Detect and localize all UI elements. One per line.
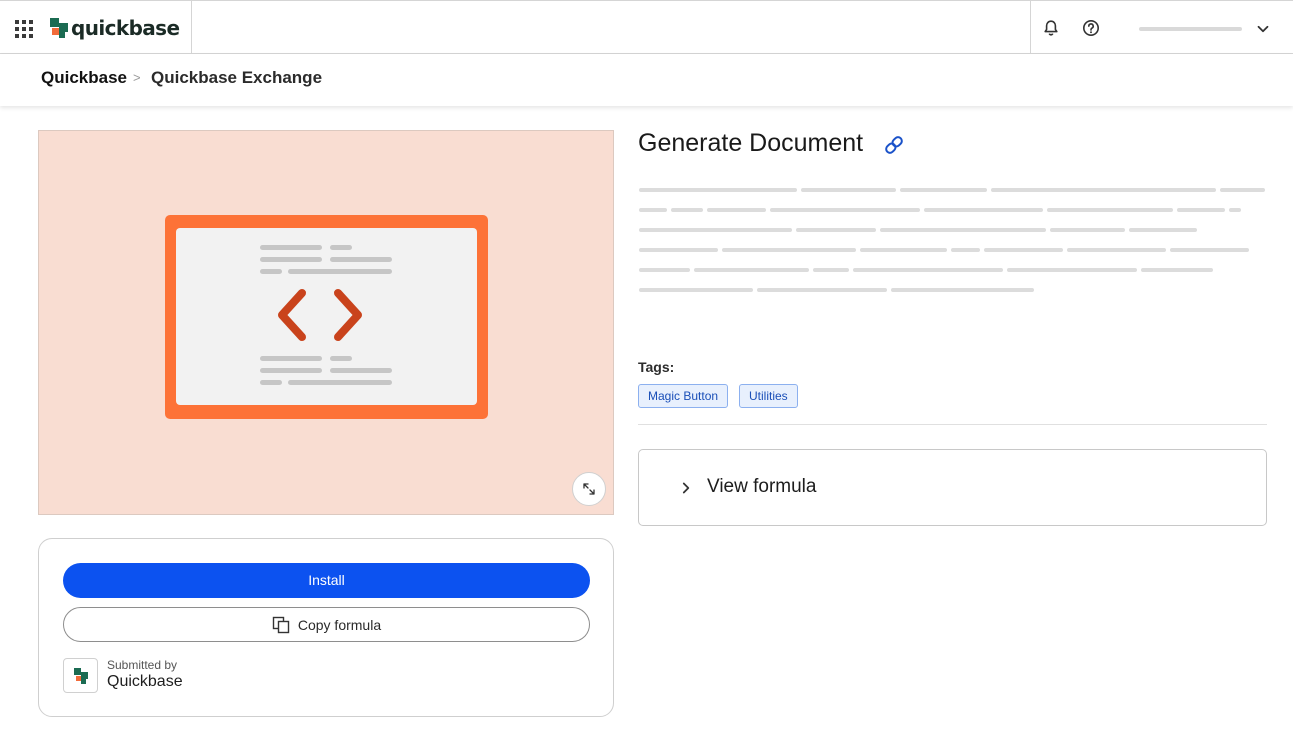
tags-label: Tags:	[638, 359, 675, 375]
breadcrumb-separator: >	[133, 70, 141, 85]
quickbase-logo-mark	[74, 668, 88, 684]
user-menu-name[interactable]	[1139, 27, 1242, 31]
view-formula-label: View formula	[707, 476, 817, 497]
submitter-avatar	[63, 658, 98, 693]
brand-name: quickbase	[71, 16, 180, 40]
section-divider	[638, 424, 1267, 425]
view-formula-accordion[interactable]: View formula	[638, 449, 1267, 526]
chevron-right-icon	[682, 482, 690, 494]
submitted-by-label: Submitted by	[107, 658, 178, 672]
quickbase-logo[interactable]: quickbase	[50, 15, 180, 41]
quickbase-logo-mark	[50, 18, 68, 38]
help-circle-icon[interactable]	[1082, 19, 1100, 37]
top-navigation-bar: quickbase	[0, 0, 1293, 54]
submitter-name[interactable]: Quickbase	[107, 673, 183, 691]
document-illustration-page	[176, 228, 477, 405]
copy-formula-button[interactable]: Copy formula	[63, 607, 590, 642]
code-brackets-icon	[278, 289, 362, 341]
breadcrumb-item-quickbase[interactable]: Quickbase	[41, 68, 127, 88]
copy-icon	[272, 616, 290, 633]
topbar-divider	[1030, 1, 1031, 54]
breadcrumb: Quickbase > Quickbase Exchange	[0, 54, 1293, 106]
copy-formula-label: Copy formula	[297, 616, 382, 633]
app-grid-icon[interactable]	[15, 20, 33, 38]
topbar-divider	[191, 1, 192, 54]
document-illustration	[165, 215, 488, 419]
expand-icon	[583, 483, 595, 495]
link-icon[interactable]	[883, 134, 905, 156]
tag-magic-button[interactable]: Magic Button	[638, 384, 729, 408]
tag-utilities[interactable]: Utilities	[739, 384, 798, 408]
page-title: Generate Document	[638, 129, 864, 157]
install-card: Install Copy formula Submitted by Quickb…	[38, 538, 614, 717]
bell-icon[interactable]	[1042, 19, 1060, 37]
item-preview-image	[38, 130, 614, 515]
install-button[interactable]: Install	[63, 563, 590, 598]
chevron-down-icon[interactable]	[1256, 22, 1270, 36]
breadcrumb-item-exchange[interactable]: Quickbase Exchange	[151, 68, 322, 88]
expand-preview-button[interactable]	[572, 472, 606, 506]
